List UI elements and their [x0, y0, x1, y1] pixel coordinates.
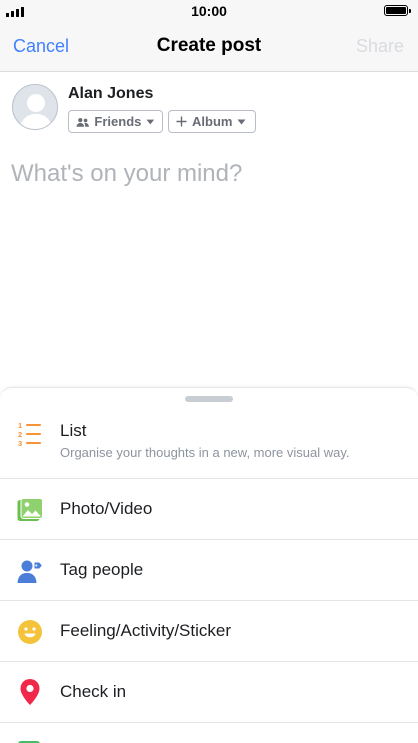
option-photo-video[interactable]: Photo/Video [0, 479, 418, 540]
option-tag-people[interactable]: Tag people [0, 540, 418, 601]
album-selector[interactable]: Album [168, 110, 256, 133]
option-list-label: List [60, 421, 87, 440]
album-label: Album [192, 114, 233, 129]
option-list[interactable]: 1 2 3 List Organise your thoughts in a n… [0, 417, 418, 479]
status-bar: 10:00 [0, 0, 418, 22]
post-text-input[interactable] [11, 160, 406, 188]
option-photo-video-label: Photo/Video [60, 499, 153, 518]
share-button[interactable]: Share [356, 36, 404, 57]
avatar[interactable] [12, 84, 58, 130]
option-list-description: Organise your thoughts in a new, more vi… [60, 445, 350, 460]
option-next-partial[interactable] [0, 723, 418, 743]
numbered-list-icon: 1 2 3 [16, 420, 44, 448]
audience-label: Friends [94, 114, 142, 129]
option-feeling-activity-label: Feeling/Activity/Sticker [60, 621, 231, 640]
battery-icon [384, 5, 411, 16]
navigation-bar: Cancel Create post Share [0, 22, 418, 72]
tag-people-icon [16, 557, 44, 585]
friends-icon [76, 117, 89, 127]
option-tag-people-label: Tag people [60, 560, 144, 579]
option-feeling-activity[interactable]: Feeling/Activity/Sticker [0, 601, 418, 662]
status-time: 10:00 [191, 3, 227, 19]
user-name: Alan Jones [68, 85, 154, 102]
caret-down-icon [237, 119, 246, 124]
post-composer: Alan Jones Friends Album [0, 73, 418, 388]
plus-icon [176, 116, 187, 127]
audience-selector[interactable]: Friends [68, 110, 163, 133]
svg-text:3: 3 [18, 439, 22, 447]
caret-down-icon [146, 119, 155, 124]
svg-text:2: 2 [18, 430, 22, 439]
option-check-in[interactable]: Check in [0, 662, 418, 723]
sheet-drag-handle[interactable] [185, 396, 233, 402]
photo-icon [16, 496, 44, 524]
default-avatar-icon [13, 85, 57, 129]
option-check-in-label: Check in [60, 682, 127, 701]
svg-text:1: 1 [18, 421, 22, 430]
smiley-icon [16, 618, 44, 646]
partial-option-icon [16, 739, 44, 743]
composer-options-sheet: 1 2 3 List Organise your thoughts in a n… [0, 387, 418, 743]
location-pin-icon [16, 678, 44, 706]
